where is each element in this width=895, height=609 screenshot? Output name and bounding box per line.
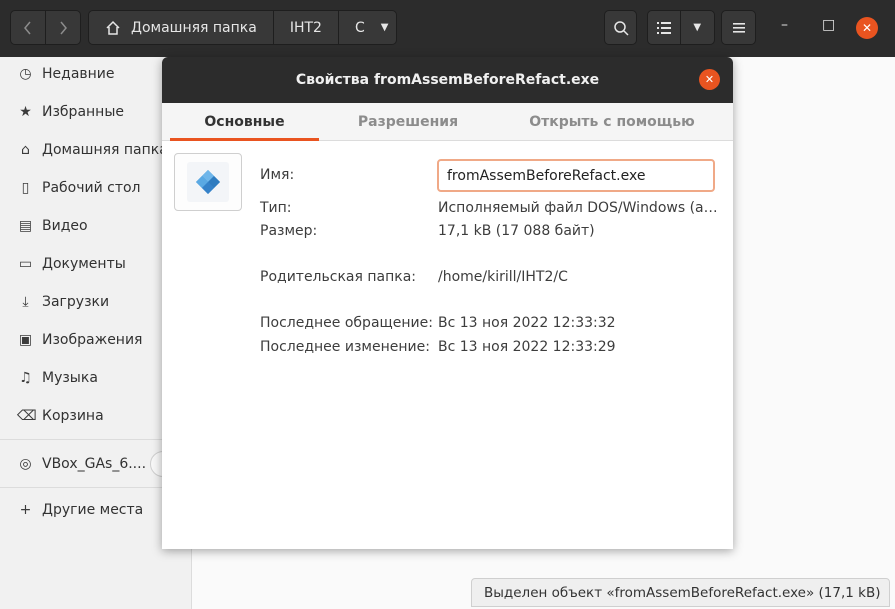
dialog-tabs: Основные Разрешения Открыть с помощью <box>162 103 733 141</box>
breadcrumb-iht2[interactable]: IHT2 <box>272 11 338 44</box>
modified-value: Вс 13 ноя 2022 12:33:29 <box>438 339 616 355</box>
back-button[interactable] <box>11 11 45 44</box>
home-icon: ⌂ <box>21 142 30 158</box>
size-label: Размер: <box>260 223 318 239</box>
desktop-icon: ▯ <box>21 180 30 196</box>
close-button[interactable]: ✕ <box>856 17 878 39</box>
breadcrumb-label: IHT2 <box>289 19 322 36</box>
search-button[interactable] <box>604 10 637 45</box>
breadcrumb-label: Домашняя папка <box>131 19 257 36</box>
view-options-button[interactable]: ▼ <box>647 10 715 45</box>
sidebar-item-label: Документы <box>42 256 126 272</box>
sidebar-item-label: Недавние <box>42 66 115 82</box>
image-icon: ▣ <box>18 332 33 348</box>
tab-label: Разрешения <box>357 114 459 130</box>
sidebar-item-label: Загрузки <box>42 294 110 310</box>
star-icon: ★ <box>19 104 32 120</box>
accessed-value: Вс 13 ноя 2022 12:33:32 <box>438 315 616 331</box>
modified-label: Последнее изменение: <box>260 339 430 355</box>
tab-open-with[interactable]: Открыть с помощью <box>502 103 722 141</box>
list-view-icon <box>648 21 680 34</box>
type-value: Исполняемый файл DOS/Windows (a… <box>438 200 718 216</box>
accessed-label: Последнее обращение: <box>260 315 433 331</box>
sidebar-item-label: Видео <box>42 218 88 234</box>
hamburger-icon <box>732 22 745 33</box>
dialog-close-button[interactable]: ✕ <box>699 69 720 90</box>
video-icon: ▤ <box>18 218 33 234</box>
tab-permissions[interactable]: Разрешения <box>334 103 482 141</box>
sidebar-item-label: Рабочий стол <box>42 180 141 196</box>
menu-button[interactable] <box>721 10 756 45</box>
chevron-down-icon[interactable]: ▼ <box>381 22 389 33</box>
search-icon <box>613 20 629 36</box>
sidebar-item-label: Другие места <box>42 502 144 518</box>
disc-icon: ◎ <box>19 456 32 472</box>
chevron-right-icon <box>60 21 67 34</box>
size-value: 17,1 kB (17 088 байт) <box>438 223 595 239</box>
name-label: Имя: <box>260 167 295 183</box>
parent-folder-label: Родительская папка: <box>260 269 416 285</box>
home-icon <box>106 20 120 35</box>
breadcrumb-home[interactable]: Домашняя папка <box>89 11 273 44</box>
name-field[interactable] <box>437 159 715 192</box>
tab-label: Открыть с помощью <box>529 114 695 130</box>
file-icon <box>174 153 242 211</box>
dialog-title-text: Свойства fromAssemBeforeRefact.exe <box>295 72 600 88</box>
minimize-button[interactable]: – <box>781 17 788 33</box>
chevron-left-icon <box>24 21 31 34</box>
breadcrumb: Домашняя папка IHT2 C ▼ <box>88 10 398 45</box>
sidebar-item-label: Избранные <box>42 104 124 120</box>
type-label: Тип: <box>260 200 292 216</box>
sidebar-item-label: Изображения <box>42 332 143 348</box>
sidebar-item-label: Домашняя папка <box>42 142 168 158</box>
properties-dialog: Свойства fromAssemBeforeRefact.exe ✕ Осн… <box>162 57 733 549</box>
header-bar: Домашняя папка IHT2 C ▼ ▼ – □ ✕ <box>0 0 895 57</box>
exe-file-icon <box>187 162 229 202</box>
trash-icon: ⌫ <box>17 408 37 424</box>
plus-icon: + <box>19 502 32 518</box>
document-icon: ▭ <box>18 256 33 272</box>
maximize-button[interactable]: □ <box>822 17 835 33</box>
status-text: Выделен объект «fromAssemBeforeRefact.ex… <box>484 584 881 601</box>
breadcrumb-c[interactable]: C ▼ <box>337 11 396 44</box>
sidebar-item-label: Корзина <box>42 408 104 424</box>
chevron-down-icon[interactable]: ▼ <box>681 22 715 33</box>
tab-basic[interactable]: Основные <box>170 103 319 141</box>
sidebar-item-label: Музыка <box>42 370 98 386</box>
parent-folder-value[interactable]: /home/kirill/IHT2/C <box>438 269 568 285</box>
clock-icon: ◷ <box>19 66 32 82</box>
navigation-buttons <box>10 10 81 45</box>
sidebar-item-label: VBox_GAs_6.... <box>42 456 147 472</box>
status-bar: Выделен объект «fromAssemBeforeRefact.ex… <box>471 578 890 607</box>
tab-label: Основные <box>204 114 285 130</box>
music-icon: ♫ <box>19 370 32 386</box>
breadcrumb-label: C <box>354 19 365 36</box>
forward-button[interactable] <box>45 11 80 44</box>
download-icon: ⤓ <box>22 294 29 310</box>
dialog-title: Свойства fromAssemBeforeRefact.exe <box>162 57 733 103</box>
